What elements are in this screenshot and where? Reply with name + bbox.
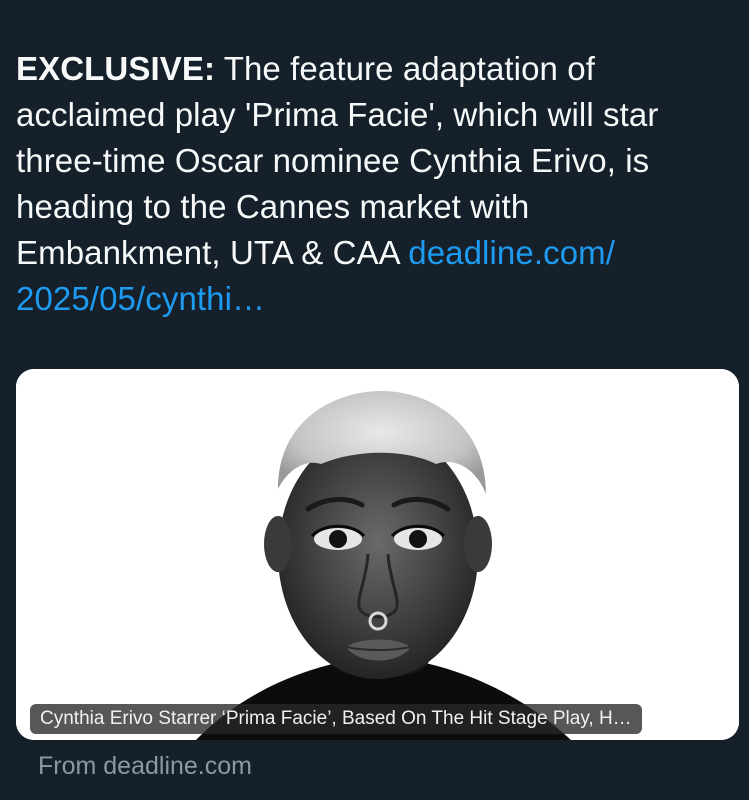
tweet-link-line1[interactable]: deadline.com/ <box>408 234 615 271</box>
tweet-lead: EXCLUSIVE: <box>16 50 216 87</box>
card-source[interactable]: From deadline.com <box>38 750 252 782</box>
link-card[interactable]: Cynthia Erivo Starrer ‘Prima Facie’, Bas… <box>16 369 739 740</box>
card-caption: Cynthia Erivo Starrer ‘Prima Facie’, Bas… <box>30 704 642 734</box>
tweet-text: EXCLUSIVE: The feature adaptation of acc… <box>16 46 732 322</box>
tweet-link-line2[interactable]: 2025/05/cynthi… <box>16 280 265 317</box>
card-image <box>16 369 739 740</box>
